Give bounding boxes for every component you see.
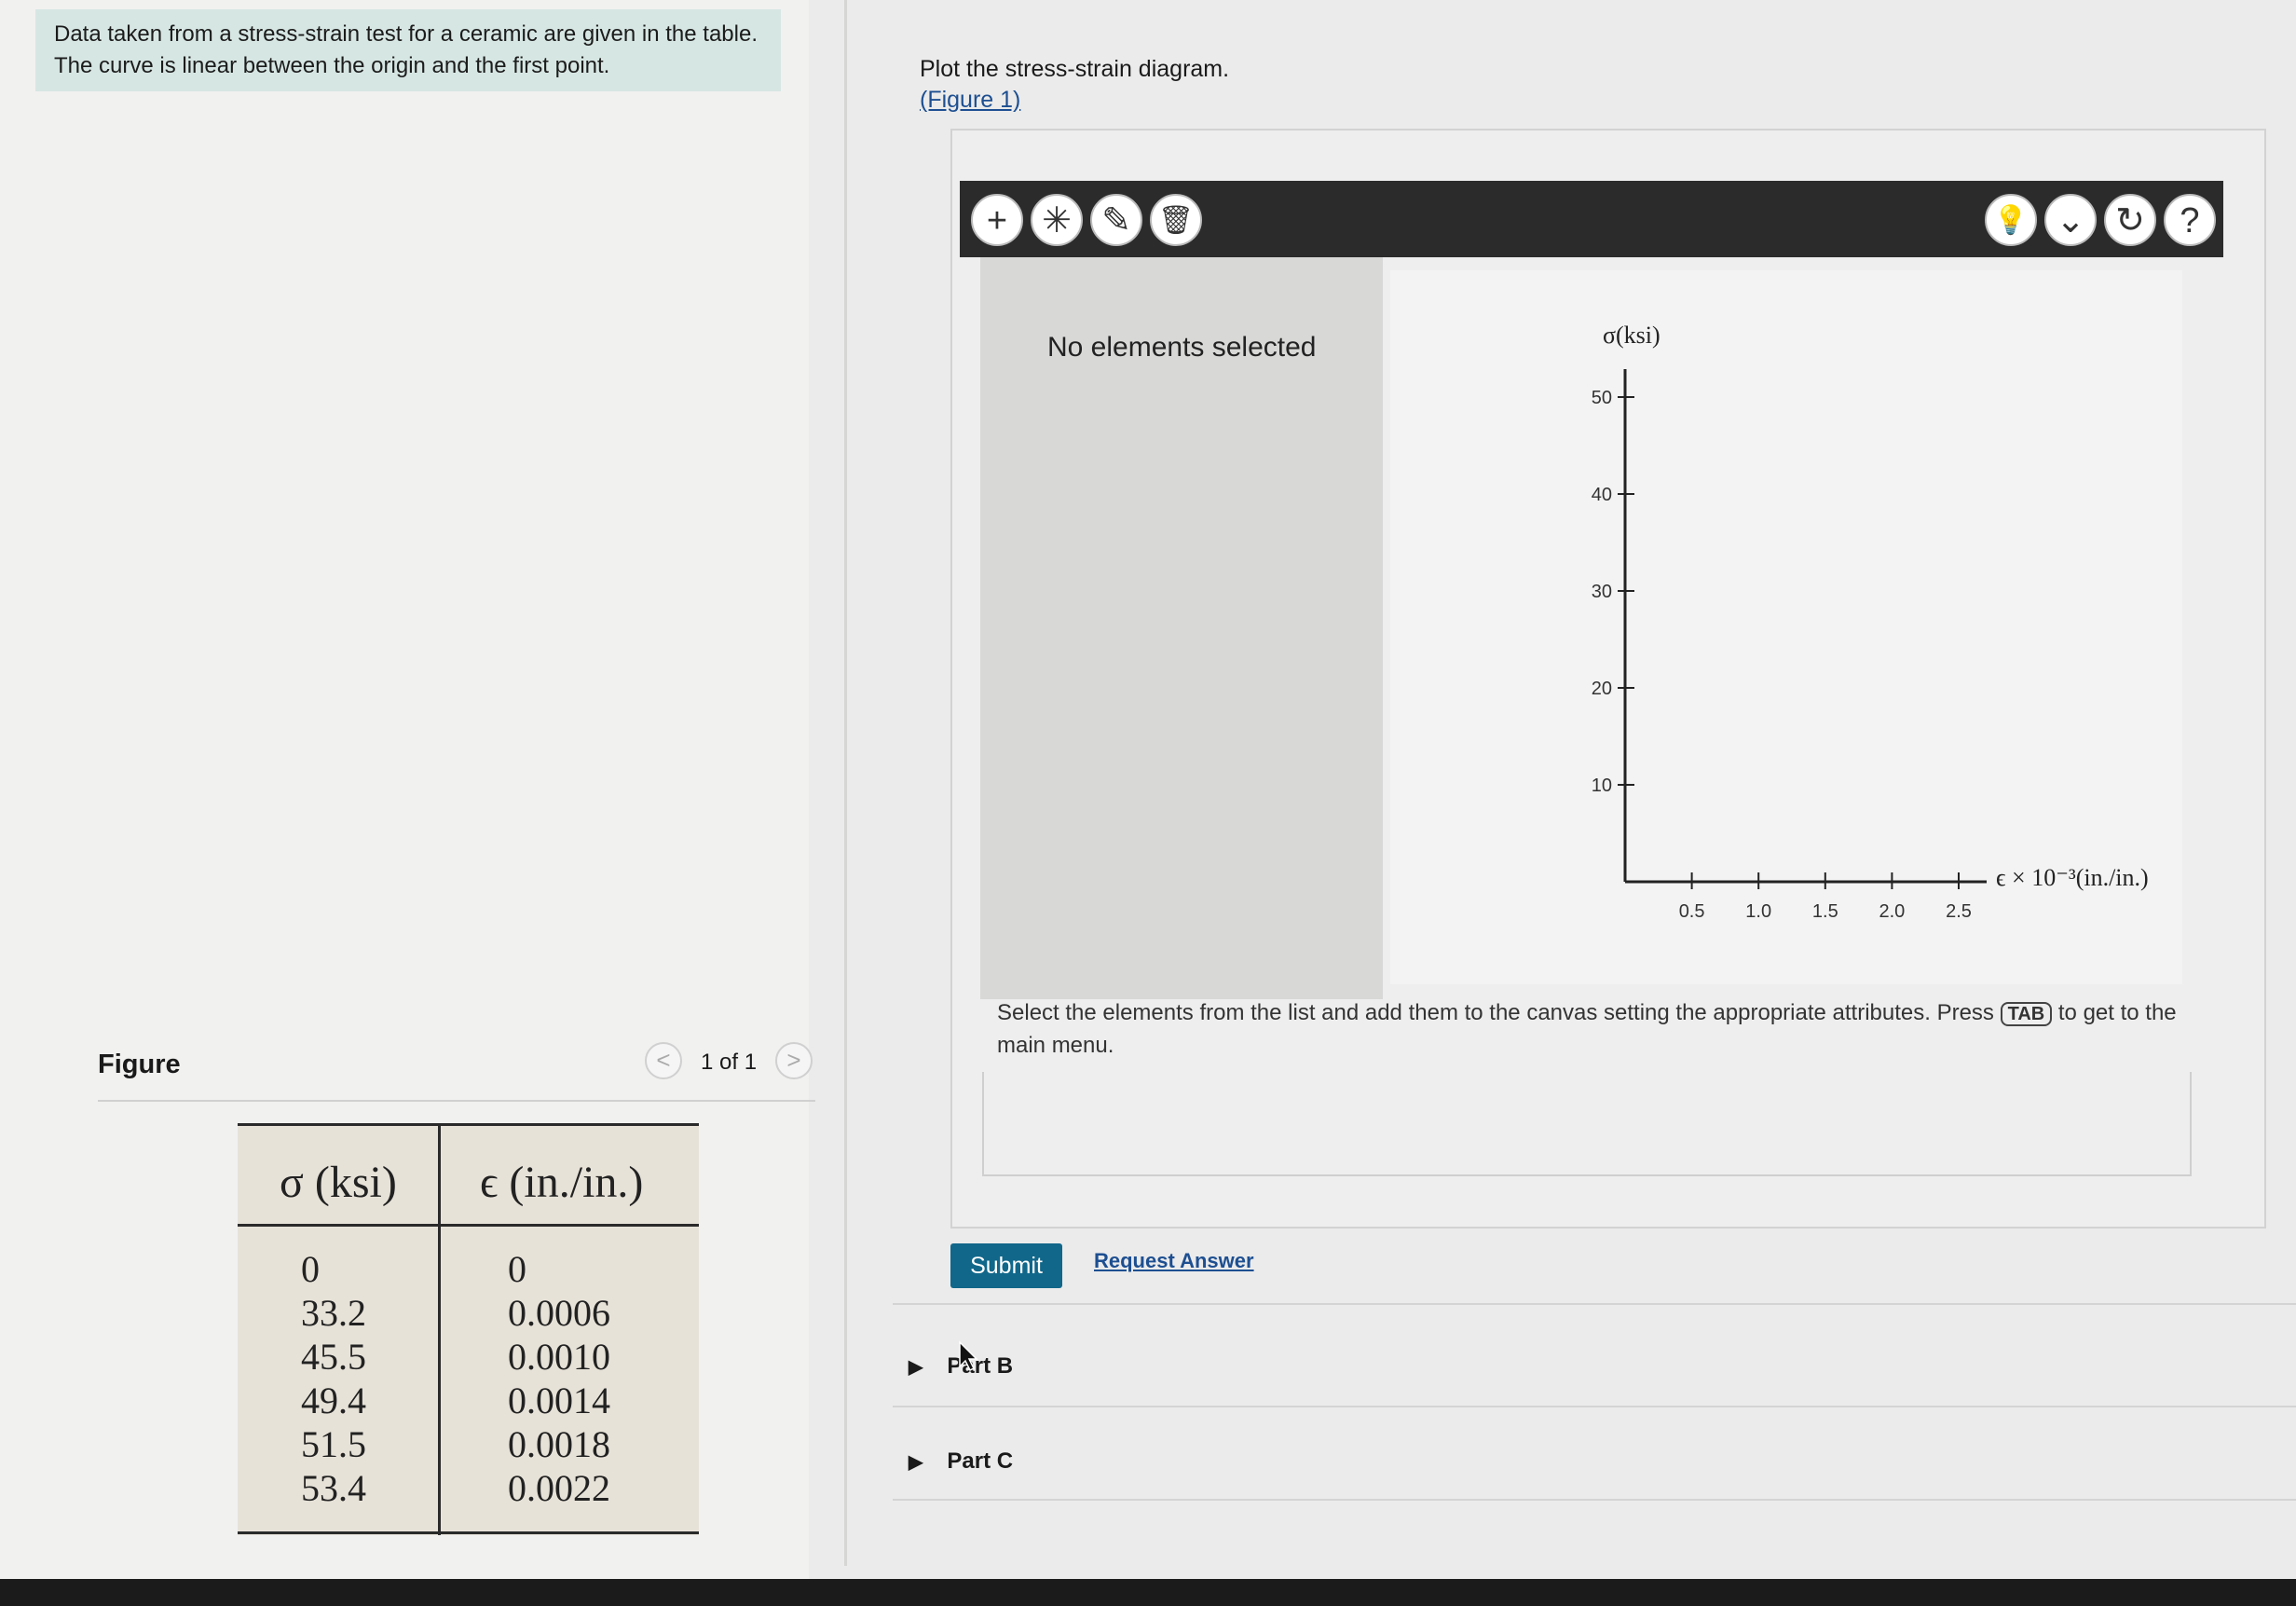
screen-bottom-bezel [0, 1579, 2296, 1606]
sigma-column: 0 33.2 45.5 49.4 51.5 53.4 [301, 1247, 366, 1510]
instructions-before: Select the elements from the list and ad… [997, 1000, 1994, 1025]
figure-label: Figure [98, 1050, 181, 1079]
plot-instruction-text: Plot the stress-strain diagram. [920, 56, 1230, 82]
part-c-label: Part C [947, 1448, 1014, 1474]
y-tick-label: 30 [1592, 582, 1612, 602]
stress-strain-table: σ (ksi) ϵ (in./in.) 0 33.2 45.5 49.4 51.5 53.… [238, 1123, 699, 1535]
sigma-value: 49.4 [301, 1380, 366, 1421]
x-tick-label: 1.5 [1812, 901, 1838, 922]
epsilon-column: 0 0.0006 0.0010 0.0014 0.0018 0.0022 [508, 1247, 610, 1510]
x-tick-label: 2.0 [1879, 901, 1905, 922]
previous-figure-button[interactable]: < [645, 1042, 682, 1079]
table-header-rule [238, 1224, 699, 1227]
add-icon[interactable]: + [971, 194, 1023, 246]
chevron-left-icon: < [656, 1046, 671, 1074]
epsilon-value: 0.0018 [508, 1423, 610, 1465]
drawing-toolbar: + ✳ ✎ 🗑 💡 ⌄ ↻ ? [960, 181, 2223, 257]
y-tick-label: 40 [1592, 485, 1612, 505]
part-divider [893, 1303, 2296, 1305]
figure-divider [98, 1100, 815, 1102]
asterisk-icon[interactable]: ✳ [1031, 194, 1083, 246]
canvas-status-box [982, 1072, 2192, 1176]
epsilon-value: 0 [508, 1248, 526, 1290]
sigma-header: σ (ksi) [280, 1158, 397, 1207]
epsilon-value: 0.0010 [508, 1336, 610, 1378]
next-figure-button[interactable]: > [775, 1042, 813, 1079]
drawing-canvas[interactable]: 10 20 30 40 50 0.5 1.0 1.5 2.0 2.5 σ(ksi) ϵ × 10⁻³(… [1390, 270, 2182, 984]
x-axis-label: ϵ × 10⁻³(in./in.) [1996, 864, 2149, 891]
table-top-rule [238, 1123, 699, 1126]
sigma-value: 53.4 [301, 1467, 366, 1509]
sigma-value: 0 [301, 1248, 320, 1290]
chevron-right-icon: > [786, 1046, 801, 1074]
caret-right-icon: ▶ [909, 1357, 923, 1378]
tab-key-badge: TAB [2000, 1002, 2053, 1026]
reset-icon[interactable]: ↻ [2104, 194, 2156, 246]
stress-strain-chart[interactable]: 10 20 30 40 50 0.5 1.0 1.5 2.0 2.5 σ(ksi) ϵ × 10⁻³(… [1390, 270, 2182, 984]
y-tick-label: 50 [1592, 388, 1612, 408]
request-answer-link[interactable]: Request Answer [1094, 1249, 1254, 1273]
part-divider [893, 1499, 2296, 1501]
epsilon-value: 0.0006 [508, 1292, 610, 1334]
epsilon-value: 0.0022 [508, 1467, 610, 1509]
part-divider [893, 1406, 2296, 1407]
part-a-instruction: Plot the stress-strain diagram. (Figure … [920, 54, 1229, 116]
y-tick-label: 20 [1592, 679, 1612, 699]
problem-statement: Data taken from a stress-strain test for… [35, 9, 781, 91]
mouse-cursor-icon [959, 1340, 978, 1372]
hint-icon[interactable]: 💡 [1985, 194, 2037, 246]
epsilon-value: 0.0014 [508, 1380, 610, 1421]
trash-icon[interactable]: 🗑 [1150, 194, 1202, 246]
edit-icon[interactable]: ✎ [1090, 194, 1142, 246]
figure-pager-count: 1 of 1 [701, 1050, 758, 1075]
sigma-value: 51.5 [301, 1423, 366, 1465]
chevron-down-icon[interactable]: ⌄ [2044, 194, 2097, 246]
no-elements-message: No elements selected [1047, 332, 1317, 363]
caret-right-icon: ▶ [909, 1452, 923, 1473]
y-axis-label: σ(ksi) [1603, 322, 1660, 349]
x-tick-label: 2.5 [1946, 901, 1972, 922]
sigma-value: 45.5 [301, 1336, 366, 1378]
table-column-rule [438, 1123, 441, 1535]
help-icon[interactable]: ? [2164, 194, 2216, 246]
element-properties-panel [980, 257, 1383, 999]
sigma-value: 33.2 [301, 1292, 366, 1334]
submit-button[interactable]: Submit [950, 1243, 1062, 1288]
epsilon-header: ϵ (in./in.) [480, 1158, 644, 1207]
x-tick-label: 1.0 [1745, 901, 1771, 922]
table-bottom-rule [238, 1531, 699, 1534]
x-tick-label: 0.5 [1679, 901, 1705, 922]
y-tick-label: 10 [1592, 776, 1612, 796]
part-c-toggle[interactable]: ▶ Part C [909, 1448, 1013, 1475]
column-divider [844, 0, 847, 1566]
canvas-instructions: Select the elements from the list and ad… [997, 997, 2190, 1062]
problem-text: Data taken from a stress-strain test for… [54, 21, 758, 78]
figure-link[interactable]: (Figure 1) [920, 85, 1229, 116]
